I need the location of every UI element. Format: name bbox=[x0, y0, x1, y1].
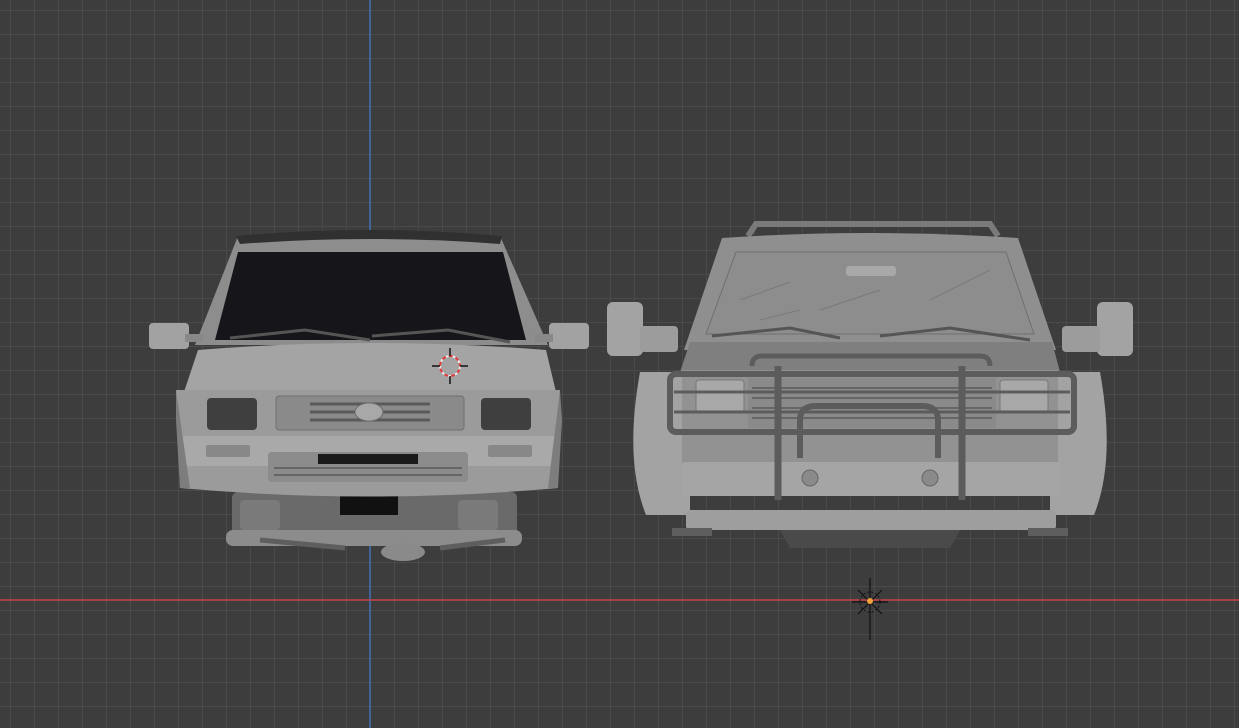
pickup-suspension bbox=[226, 492, 522, 561]
pickup-windshield bbox=[215, 252, 526, 340]
pickup-grille bbox=[275, 395, 465, 431]
pickup-lower-grille bbox=[268, 452, 468, 482]
light-source-icon[interactable] bbox=[852, 578, 888, 640]
suv-headlight-left bbox=[695, 379, 745, 413]
3d-viewport[interactable] bbox=[0, 0, 1239, 728]
suv-headlight-right bbox=[999, 379, 1049, 413]
origin-dot bbox=[867, 598, 873, 604]
pickup-headlight-left bbox=[207, 398, 257, 430]
suv-mirror-left bbox=[607, 302, 643, 356]
pickup-mirror-left bbox=[149, 323, 189, 349]
viewport-scene bbox=[0, 0, 1239, 728]
suv-bumper bbox=[682, 462, 1060, 496]
pickup-truck-front-view[interactable] bbox=[149, 230, 589, 561]
pickup-hood bbox=[184, 343, 556, 392]
suv-truck-front-view-with-bullbar[interactable] bbox=[607, 221, 1133, 548]
pickup-mirror-right bbox=[549, 323, 589, 349]
suv-mirror-right bbox=[1097, 302, 1133, 356]
pickup-headlight-right bbox=[481, 398, 531, 430]
